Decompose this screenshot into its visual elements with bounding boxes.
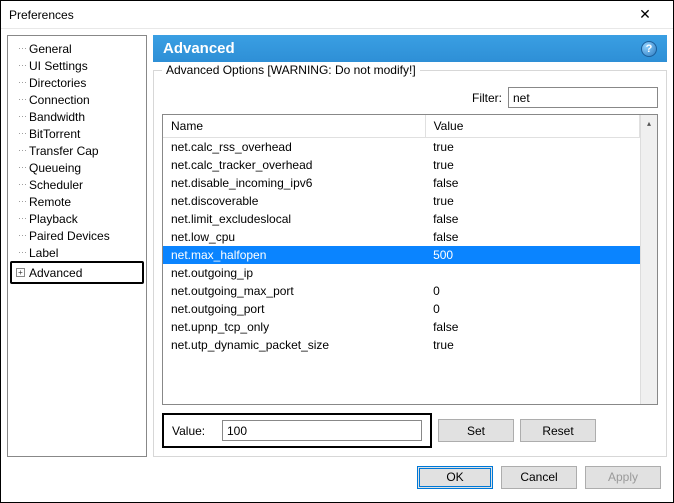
- column-value[interactable]: Value: [425, 115, 639, 138]
- table-row[interactable]: net.discoverabletrue: [163, 192, 640, 210]
- scrollbar[interactable]: ▴: [640, 115, 657, 404]
- sidebar-item-label[interactable]: ⋯Label: [10, 244, 144, 261]
- cell-value: false: [425, 210, 639, 228]
- content-area: ⋯General ⋯UI Settings ⋯Directories ⋯Conn…: [1, 29, 673, 463]
- sidebar-item-remote[interactable]: ⋯Remote: [10, 193, 144, 210]
- dialog-footer: OK Cancel Apply: [1, 463, 673, 497]
- sidebar-item-transfer-cap[interactable]: ⋯Transfer Cap: [10, 142, 144, 159]
- cell-value: false: [425, 318, 639, 336]
- cell-name: net.max_halfopen: [163, 246, 425, 264]
- table-row[interactable]: net.outgoing_port0: [163, 300, 640, 318]
- cell-value: false: [425, 228, 639, 246]
- table-row[interactable]: net.calc_tracker_overheadtrue: [163, 156, 640, 174]
- table-row[interactable]: net.outgoing_ip: [163, 264, 640, 282]
- table-row[interactable]: net.outgoing_max_port0: [163, 282, 640, 300]
- cell-value: true: [425, 138, 639, 156]
- cell-name: net.utp_dynamic_packet_size: [163, 336, 425, 354]
- apply-button[interactable]: Apply: [585, 466, 661, 489]
- close-icon[interactable]: ✕: [625, 2, 665, 28]
- value-editor-row: Value: Set Reset: [162, 413, 658, 448]
- cell-value: false: [425, 174, 639, 192]
- ok-button[interactable]: OK: [417, 466, 493, 489]
- cell-value: true: [425, 156, 639, 174]
- sidebar-item-ui-settings[interactable]: ⋯UI Settings: [10, 57, 144, 74]
- cell-value: 0: [425, 282, 639, 300]
- section-header: Advanced ?: [153, 35, 667, 62]
- titlebar: Preferences ✕: [1, 1, 673, 29]
- cell-value: 500: [425, 246, 639, 264]
- set-button[interactable]: Set: [438, 419, 514, 442]
- help-icon[interactable]: ?: [641, 41, 657, 57]
- sidebar-item-bittorrent[interactable]: ⋯BitTorrent: [10, 125, 144, 142]
- sidebar-item-general[interactable]: ⋯General: [10, 40, 144, 57]
- table-row[interactable]: net.disable_incoming_ipv6false: [163, 174, 640, 192]
- reset-button[interactable]: Reset: [520, 419, 596, 442]
- cell-name: net.calc_tracker_overhead: [163, 156, 425, 174]
- cell-name: net.outgoing_max_port: [163, 282, 425, 300]
- cell-name: net.low_cpu: [163, 228, 425, 246]
- sidebar-item-bandwidth[interactable]: ⋯Bandwidth: [10, 108, 144, 125]
- sidebar-item-connection[interactable]: ⋯Connection: [10, 91, 144, 108]
- cell-name: net.calc_rss_overhead: [163, 138, 425, 156]
- cell-value: true: [425, 336, 639, 354]
- table-row[interactable]: net.utp_dynamic_packet_sizetrue: [163, 336, 640, 354]
- sidebar-item-playback[interactable]: ⋯Playback: [10, 210, 144, 227]
- cancel-button[interactable]: Cancel: [501, 466, 577, 489]
- filter-row: Filter:: [162, 87, 658, 108]
- table-row[interactable]: net.upnp_tcp_onlyfalse: [163, 318, 640, 336]
- sidebar-item-queueing[interactable]: ⋯Queueing: [10, 159, 144, 176]
- filter-label: Filter:: [472, 91, 502, 105]
- cell-name: net.limit_excludeslocal: [163, 210, 425, 228]
- cell-value: true: [425, 192, 639, 210]
- cell-value: 0: [425, 300, 639, 318]
- cell-name: net.outgoing_ip: [163, 264, 425, 282]
- advanced-groupbox: Advanced Options [WARNING: Do not modify…: [153, 70, 667, 457]
- filter-input[interactable]: [508, 87, 658, 108]
- cell-value: [425, 264, 639, 282]
- sidebar-item-directories[interactable]: ⋯Directories: [10, 74, 144, 91]
- options-table: Name Value net.calc_rss_overheadtruenet.…: [163, 115, 640, 354]
- window-title: Preferences: [9, 8, 74, 22]
- table-row[interactable]: net.max_halfopen500: [163, 246, 640, 264]
- scroll-up-icon[interactable]: ▴: [641, 115, 657, 132]
- value-input[interactable]: [222, 420, 422, 441]
- value-highlight-box: Value:: [162, 413, 432, 448]
- column-name[interactable]: Name: [163, 115, 425, 138]
- cell-name: net.disable_incoming_ipv6: [163, 174, 425, 192]
- table-row[interactable]: net.low_cpufalse: [163, 228, 640, 246]
- main-panel: Advanced ? Advanced Options [WARNING: Do…: [153, 35, 667, 457]
- table-row[interactable]: net.limit_excludeslocalfalse: [163, 210, 640, 228]
- category-tree: ⋯General ⋯UI Settings ⋯Directories ⋯Conn…: [7, 35, 147, 457]
- options-table-container: Name Value net.calc_rss_overheadtruenet.…: [162, 114, 658, 405]
- expand-icon[interactable]: +: [16, 268, 25, 277]
- cell-name: net.upnp_tcp_only: [163, 318, 425, 336]
- cell-name: net.outgoing_port: [163, 300, 425, 318]
- section-title: Advanced: [163, 40, 235, 57]
- value-label: Value:: [172, 424, 212, 438]
- cell-name: net.discoverable: [163, 192, 425, 210]
- sidebar-item-paired-devices[interactable]: ⋯Paired Devices: [10, 227, 144, 244]
- sidebar-item-scheduler[interactable]: ⋯Scheduler: [10, 176, 144, 193]
- sidebar-item-advanced[interactable]: + Advanced: [10, 261, 144, 284]
- table-row[interactable]: net.calc_rss_overheadtrue: [163, 138, 640, 156]
- groupbox-label: Advanced Options [WARNING: Do not modify…: [162, 63, 420, 77]
